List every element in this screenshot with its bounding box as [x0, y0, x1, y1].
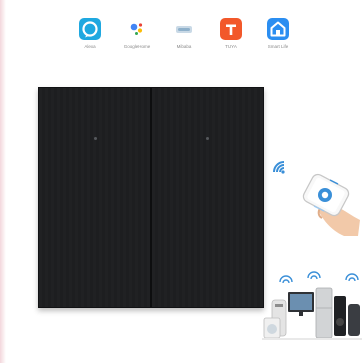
app-alexa: Alexa	[70, 18, 110, 50]
app-label-smart-life: Smart Life	[267, 44, 289, 49]
hand-holding-phone-icon	[302, 173, 360, 236]
switch-panel	[38, 87, 264, 308]
mibaba-icon	[173, 18, 195, 40]
refrigerator-icon	[315, 287, 333, 339]
app-label-tuya: TUYA	[225, 44, 237, 49]
product-image: Alexa GoogleHome Mibaba TUYA Smart Life	[0, 0, 364, 363]
alexa-icon	[79, 18, 101, 40]
app-label-mibaba: Mibaba	[176, 44, 192, 49]
app-tuya: TUYA	[211, 18, 251, 50]
app-googlehome: GoogleHome	[117, 18, 157, 50]
google-assistant-icon	[126, 18, 148, 40]
app-label-googlehome: GoogleHome	[123, 44, 151, 49]
app-mibaba: Mibaba	[164, 18, 204, 50]
switch-gang-left[interactable]	[39, 88, 150, 307]
smart-plug-icon	[348, 304, 360, 336]
smart-life-icon	[267, 18, 289, 40]
wifi-signal-icon	[273, 161, 285, 174]
wifi-signal-icon	[279, 271, 359, 284]
app-smart-life: Smart Life	[258, 18, 298, 50]
compatible-apps-row: Alexa GoogleHome Mibaba TUYA Smart Life	[70, 18, 300, 58]
washer-icon	[263, 317, 281, 339]
indicator-light-left	[94, 137, 97, 140]
tuya-icon	[220, 18, 242, 40]
phone-illustration	[268, 150, 364, 242]
app-label-alexa: Alexa	[84, 44, 96, 49]
indicator-light-right	[206, 137, 209, 140]
tv-icon	[288, 292, 314, 316]
speaker-icon	[334, 296, 346, 336]
left-edge-strip	[0, 0, 6, 363]
switch-gang-right[interactable]	[152, 88, 263, 307]
smart-devices-illustration	[262, 270, 362, 345]
